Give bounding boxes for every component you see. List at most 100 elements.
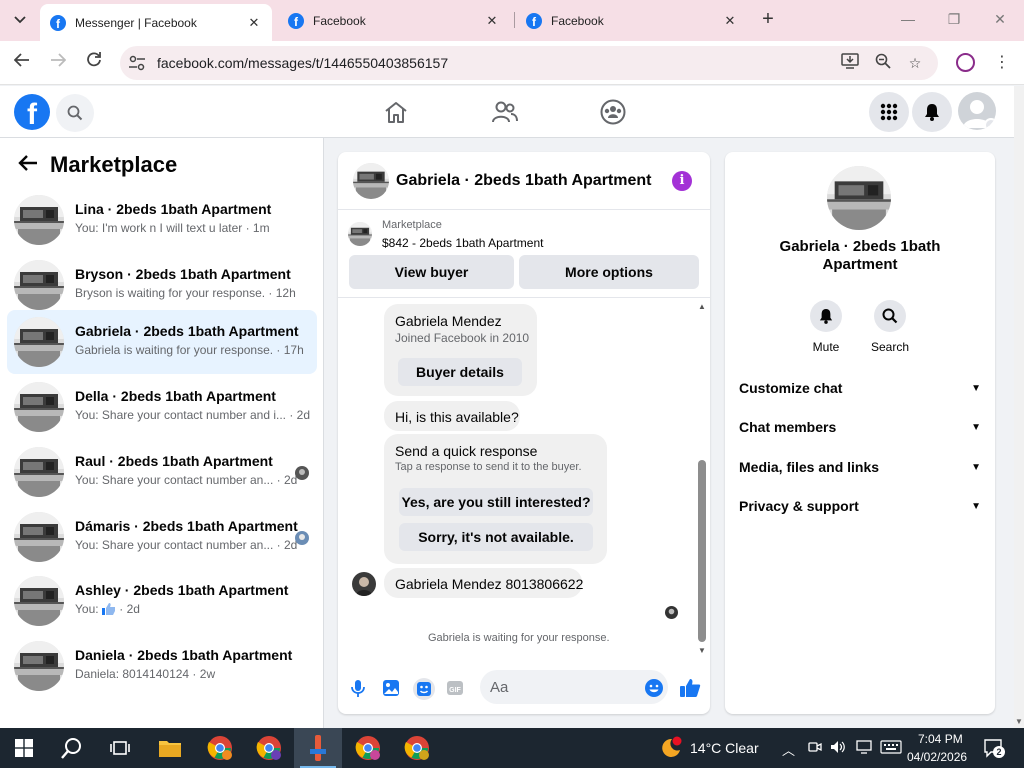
search-action[interactable]: Search: [860, 300, 920, 354]
conversation-ashley[interactable]: Ashley · 2beds 1bath Apartment You: · 2d: [7, 569, 317, 633]
task-view-icon[interactable]: [96, 728, 144, 768]
tab-facebook-1[interactable]: f Facebook ✕: [278, 4, 510, 37]
home-icon[interactable]: [382, 98, 410, 126]
site-info-icon[interactable]: [128, 55, 146, 71]
meet-now-icon[interactable]: [808, 740, 822, 757]
bookmark-star-icon[interactable]: ☆: [905, 53, 925, 73]
keyboard-icon[interactable]: [880, 740, 902, 757]
section-media-files-links[interactable]: Media, files and links ▼: [739, 453, 981, 481]
conversation-della[interactable]: Della · 2beds 1bath Apartment You: Share…: [7, 375, 317, 439]
tab-facebook-2[interactable]: f Facebook ✕: [516, 4, 748, 37]
conversation-raul[interactable]: Raul · 2beds 1bath Apartment You: Share …: [7, 440, 317, 504]
conversation-snippet: You: Share your contact number an... · 2…: [75, 473, 298, 487]
groups-icon[interactable]: [599, 98, 627, 126]
conversation-lina[interactable]: Lina · 2beds 1bath Apartment You: I'm wo…: [7, 188, 317, 252]
mute-action[interactable]: Mute: [796, 300, 856, 354]
close-tab-icon[interactable]: ✕: [246, 15, 262, 31]
conversation-gabriela[interactable]: Gabriela · 2beds 1bath Apartment Gabriel…: [7, 310, 317, 374]
listing-thumbnail: [14, 576, 64, 626]
chrome-profile-1-icon[interactable]: [196, 728, 244, 768]
clock-date[interactable]: 04/02/2026: [907, 750, 967, 764]
menu-grid-icon[interactable]: [869, 92, 909, 132]
conversation-daniela[interactable]: Daniela · 2beds 1bath Apartment Daniela:…: [7, 634, 317, 698]
close-window-icon[interactable]: ✕: [988, 9, 1012, 29]
browser-profile-icon[interactable]: [956, 53, 975, 72]
reload-icon[interactable]: [82, 51, 106, 75]
back-arrow-icon[interactable]: [14, 152, 42, 178]
section-label: Customize chat: [739, 380, 843, 396]
listing-thumbnail: [14, 195, 64, 245]
chat-scrollbar[interactable]: ▲ ▼: [698, 302, 706, 655]
conversation-info-icon[interactable]: i: [672, 171, 692, 191]
chat-panel: Gabriela · 2beds 1bath Apartment i Marke…: [338, 152, 710, 714]
network-icon[interactable]: [856, 740, 872, 757]
facebook-favicon-icon: f: [50, 14, 66, 31]
close-tab-icon[interactable]: ✕: [722, 13, 738, 29]
listing-thumbnail: [827, 166, 891, 230]
taskbar-search-icon[interactable]: [48, 728, 96, 768]
zoom-icon[interactable]: [873, 53, 893, 73]
facebook-logo-icon[interactable]: f: [14, 94, 50, 130]
seen-avatar: [295, 531, 309, 545]
conversation-snippet: You: I'm work n I will text u later · 1m: [75, 221, 270, 235]
clock-time[interactable]: 7:04 PM: [918, 732, 963, 746]
close-tab-icon[interactable]: ✕: [484, 13, 500, 29]
install-app-icon[interactable]: [840, 53, 860, 73]
chrome-profile-4-icon[interactable]: [393, 728, 441, 768]
active-app-icon[interactable]: [294, 728, 342, 768]
listing-thumbnail: [14, 317, 64, 367]
buyer-details-button[interactable]: Buyer details: [398, 358, 522, 386]
view-buyer-button[interactable]: View buyer: [349, 255, 514, 289]
gif-icon[interactable]: GIF: [445, 678, 465, 698]
forward-arrow-icon[interactable]: [46, 51, 70, 75]
section-chat-members[interactable]: Chat members ▼: [739, 413, 981, 441]
scroll-down-icon[interactable]: ▼: [1015, 717, 1023, 726]
quick-reply-yes-button[interactable]: Yes, are you still interested?: [399, 488, 593, 516]
browser-menu-icon[interactable]: ⋮: [994, 51, 1010, 75]
chrome-profile-3-icon[interactable]: [344, 728, 392, 768]
friends-icon[interactable]: [491, 98, 519, 126]
tab-messenger[interactable]: f Messenger | Facebook ✕: [40, 4, 272, 41]
listing-thumbnail: [14, 447, 64, 497]
notifications-bell-icon[interactable]: [912, 92, 952, 132]
scroll-down-icon[interactable]: ▼: [698, 646, 706, 655]
thumbs-up-icon[interactable]: [679, 678, 701, 698]
new-tab-plus-icon[interactable]: +: [758, 9, 778, 29]
quick-reply-sorry-button[interactable]: Sorry, it's not available.: [399, 523, 593, 551]
start-windows-icon[interactable]: [0, 728, 48, 768]
microphone-icon[interactable]: [348, 678, 368, 698]
conversation-damaris[interactable]: Dámaris · 2beds 1bath Apartment You: Sha…: [7, 505, 317, 569]
back-arrow-icon[interactable]: [10, 51, 34, 75]
account-avatar[interactable]: ⌄: [958, 92, 996, 130]
scrollbar-thumb[interactable]: [698, 460, 706, 642]
scroll-up-icon[interactable]: ▲: [698, 302, 706, 311]
facebook-search-icon[interactable]: [56, 94, 94, 132]
section-customize-chat[interactable]: Customize chat ▼: [739, 374, 981, 402]
url-omnibox[interactable]: facebook.com/messages/t/1446550403856157…: [120, 46, 938, 80]
search-label: Search: [870, 340, 910, 354]
conversation-bryson[interactable]: Bryson · 2beds 1bath Apartment Bryson is…: [7, 253, 317, 317]
browser-tab-bar: f Messenger | Facebook ✕ f Facebook ✕ f …: [0, 0, 1024, 41]
weather-icon[interactable]: [658, 736, 682, 760]
show-hidden-icons-chevron-icon[interactable]: ︿: [782, 740, 795, 759]
section-label: Media, files and links: [739, 459, 880, 475]
search-icon[interactable]: [874, 300, 906, 332]
emoji-icon[interactable]: [644, 678, 664, 698]
page-scrollbar[interactable]: ▼: [1014, 86, 1024, 728]
mute-bell-icon[interactable]: [810, 300, 842, 332]
file-explorer-icon[interactable]: [146, 728, 194, 768]
section-label: Chat members: [739, 419, 837, 435]
notification-center-icon[interactable]: 2: [983, 738, 1005, 758]
section-privacy-support[interactable]: Privacy & support ▼: [739, 492, 981, 520]
minimize-icon[interactable]: —: [896, 9, 920, 29]
snippet-prefix: You:: [75, 602, 102, 616]
weather-text[interactable]: 14°C Clear: [690, 740, 759, 756]
tab-search-chevron-icon[interactable]: [8, 8, 32, 32]
more-options-button[interactable]: More options: [519, 255, 699, 289]
photo-icon[interactable]: [381, 678, 401, 698]
message-input[interactable]: [480, 670, 668, 704]
restore-icon[interactable]: ❐: [942, 9, 966, 29]
chrome-profile-2-icon[interactable]: [245, 728, 293, 768]
sticker-icon[interactable]: [413, 678, 435, 700]
volume-icon[interactable]: [830, 740, 846, 757]
